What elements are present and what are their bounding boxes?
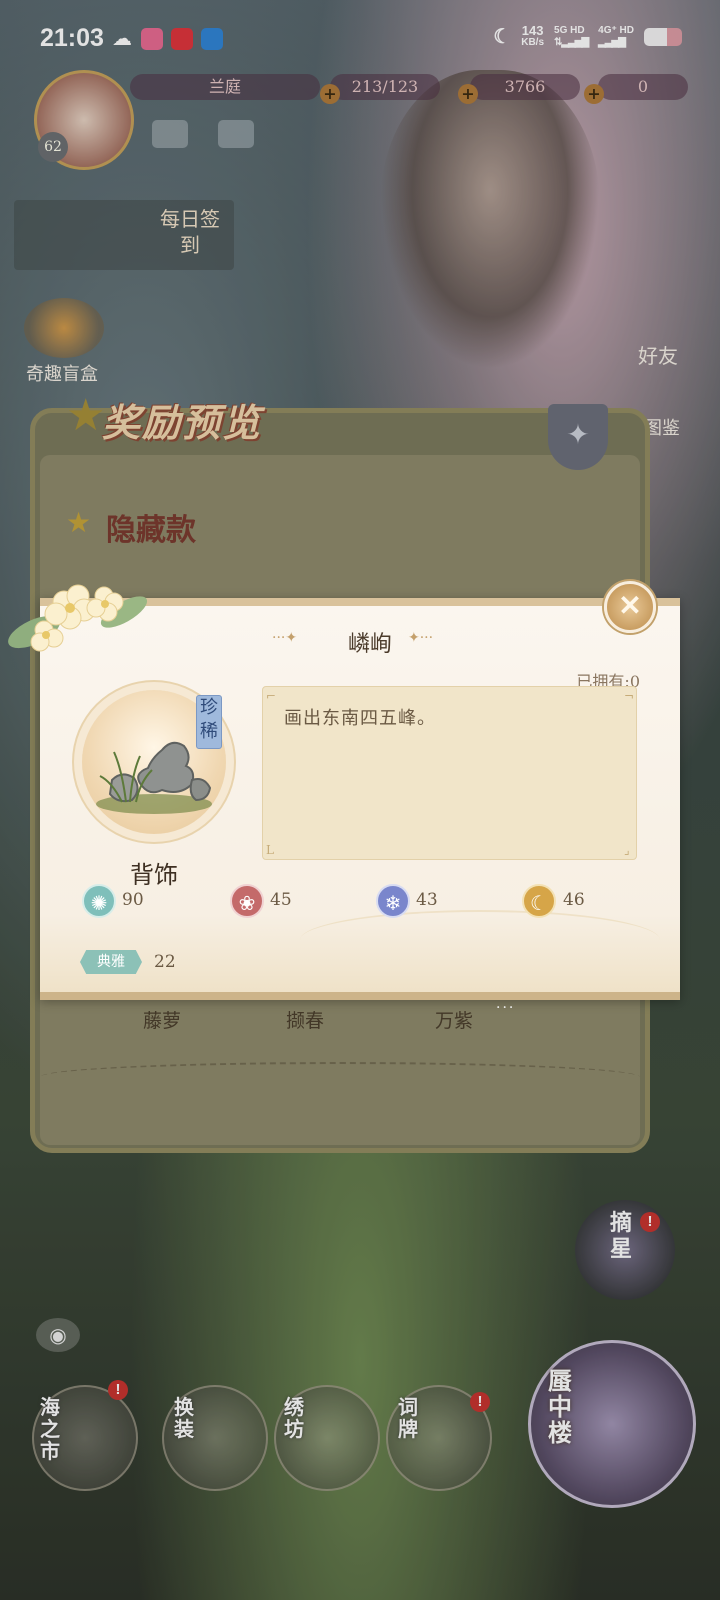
item-description: 画出东南四五峰。 xyxy=(284,708,436,729)
close-button[interactable]: ✕ xyxy=(604,581,656,633)
wave-decoration xyxy=(300,910,660,970)
stat-value: 45 xyxy=(270,890,292,910)
wind-icon: ✺ xyxy=(82,884,116,918)
style-tag: 典雅 xyxy=(80,950,142,974)
corner-ornament: ⌐ xyxy=(266,689,277,703)
stat-value: 90 xyxy=(122,890,144,910)
corner-ornament: L xyxy=(266,843,274,857)
rarity-badge: 珍稀 xyxy=(196,695,222,749)
stat-value: 46 xyxy=(563,890,585,910)
corner-ornament: ⌟ xyxy=(624,843,630,857)
more-indicator: ··· xyxy=(496,1000,516,1016)
style-value: 22 xyxy=(154,952,176,972)
corner-ornament: ¬ xyxy=(624,689,635,703)
item-title: 嶙峋 xyxy=(347,632,392,657)
lotus-icon: ❀ xyxy=(230,884,264,918)
title-right-ornament: ✦··· xyxy=(408,630,434,646)
title-left-ornament: ···✦ xyxy=(272,630,298,646)
stat-value: 43 xyxy=(416,890,438,910)
flower-decoration-icon xyxy=(8,584,148,652)
moon-icon: ☾ xyxy=(522,884,556,918)
snowflake-icon: ❄ xyxy=(376,884,410,918)
item-type-label: 背饰 xyxy=(130,861,178,889)
